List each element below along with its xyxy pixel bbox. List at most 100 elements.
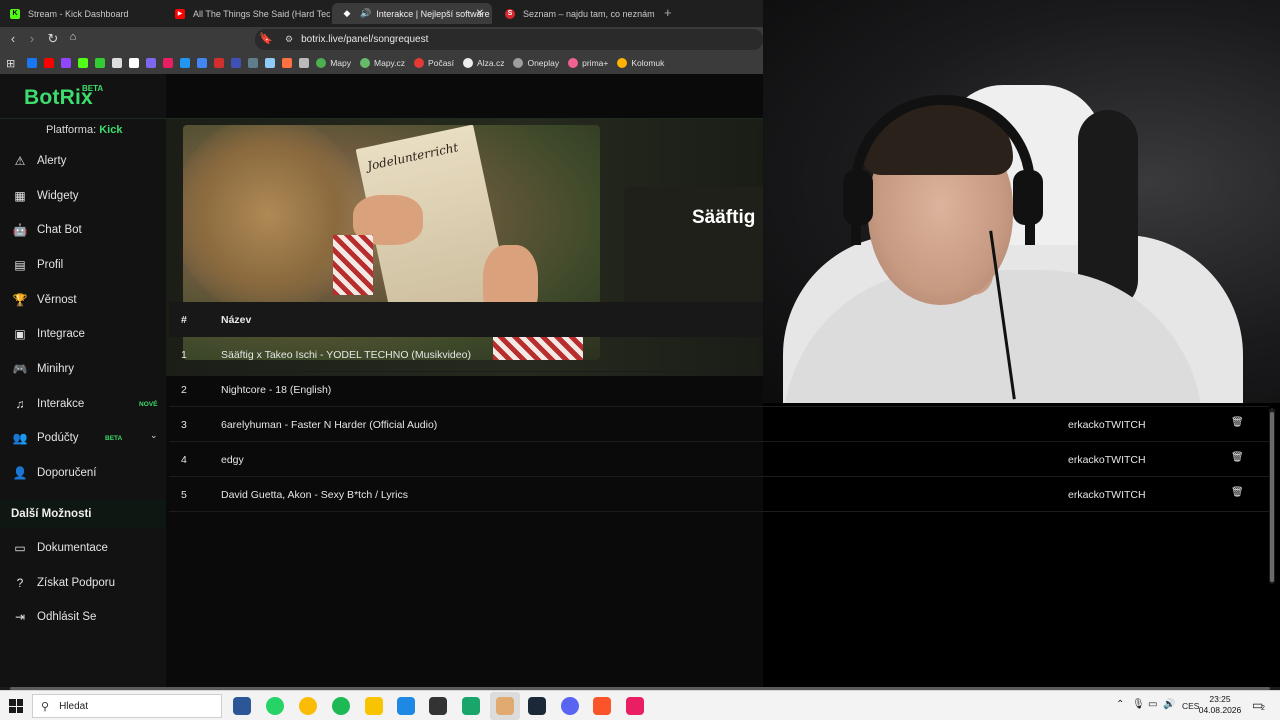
bookmark-item[interactable] xyxy=(299,58,310,68)
row-song-title: 6arelyhuman - Faster N Harder (Official … xyxy=(221,419,438,431)
steam-icon[interactable] xyxy=(528,697,546,715)
bookmark-item[interactable]: Mapy xyxy=(316,58,351,68)
bookmark-item[interactable] xyxy=(265,58,276,68)
sidebar-item-integrace[interactable]: ▣ Integrace xyxy=(0,319,166,349)
discord-icon[interactable] xyxy=(561,697,579,715)
sidebar-item-doporučení[interactable]: 👤 Doporučení xyxy=(0,458,166,488)
bookmark-item[interactable] xyxy=(180,58,191,68)
bookmark-item[interactable] xyxy=(214,58,225,68)
new-tab-button[interactable]: + xyxy=(664,5,672,20)
bookmark-item[interactable]: prima+ xyxy=(568,58,608,68)
reload-icon[interactable]: ↻ xyxy=(45,31,61,47)
vs-app-icon[interactable] xyxy=(397,697,415,715)
taskbar-search[interactable]: ⚲ Hledat xyxy=(32,694,222,718)
bookmark-item[interactable] xyxy=(78,58,89,68)
header-index: # xyxy=(181,314,187,326)
bookmark-item[interactable]: Alza.cz xyxy=(463,58,504,68)
bookmark-item[interactable]: Mapy.cz xyxy=(360,58,405,68)
tab-kick-dashboard[interactable]: K Stream - Kick Dashboard xyxy=(0,3,165,24)
home-icon[interactable]: ⌂ xyxy=(65,31,81,43)
tab-youtube[interactable]: ▶ All The Things She Said (Hard Techno) xyxy=(165,3,330,24)
sidebar-item-label: Podúčty xyxy=(37,432,79,444)
spotify-icon[interactable] xyxy=(332,697,350,715)
bookmark-favicon-icon xyxy=(214,58,225,68)
chrome-icon[interactable] xyxy=(299,697,317,715)
bookmark-item[interactable] xyxy=(27,58,38,68)
botrix-icon: ◆ xyxy=(343,8,351,18)
row-index: 5 xyxy=(181,489,187,501)
bookmark-label: Kolomuk xyxy=(631,58,665,68)
bookmark-item[interactable] xyxy=(129,58,140,68)
bookmark-favicon-icon xyxy=(299,58,310,68)
bookmark-favicon-icon xyxy=(282,58,293,68)
kick-icon: K xyxy=(10,8,20,19)
bookmark-item[interactable] xyxy=(282,58,293,68)
bookmark-item[interactable] xyxy=(146,58,157,68)
app-g-icon[interactable] xyxy=(429,697,447,715)
apps-grid-icon[interactable]: ⊞ xyxy=(6,57,15,70)
bookmark-item[interactable] xyxy=(44,58,55,68)
pin-app-icon[interactable] xyxy=(626,697,644,715)
sidebar-item-odhlásit-se[interactable]: ⇥ Odhlásit Se xyxy=(0,602,166,632)
bookmark-item[interactable]: Oneplay xyxy=(513,58,559,68)
windows-start-icon[interactable] xyxy=(9,699,23,713)
chevron-down-icon[interactable]: ⌄ xyxy=(150,430,158,441)
tray-chevron-icon[interactable]: ⌃ xyxy=(1116,699,1124,710)
sidebar-item-widgety[interactable]: ▦ Widgety xyxy=(0,181,166,211)
bookmark-item[interactable]: Počasí xyxy=(414,58,454,68)
bookmark-item[interactable] xyxy=(248,58,259,68)
bookmark-item[interactable] xyxy=(197,58,208,68)
task-view-icon[interactable] xyxy=(233,697,251,715)
sidebar-item-label: Doporučení xyxy=(37,467,97,479)
sidebar-item-podúčty[interactable]: 👥 Podúčty BETA ⌄ xyxy=(0,423,166,453)
address-bar[interactable]: ⚙ botrix.live/panel/songrequest xyxy=(255,29,763,50)
sidebar: BotRix BETA Platforma: Kick ⚠ Alerty ▦ Widg… xyxy=(0,74,166,690)
bookmark-favicon-icon xyxy=(95,58,106,68)
microphone-icon[interactable]: 🎙 xyxy=(1132,699,1145,710)
sidebar-item-dokumentace[interactable]: ▭ Dokumentace xyxy=(0,533,166,563)
explorer-icon[interactable] xyxy=(365,697,383,715)
webcam-overlay xyxy=(763,0,1280,403)
bookmark-item[interactable] xyxy=(112,58,123,68)
whatsapp-icon[interactable] xyxy=(266,697,284,715)
bookmark-item[interactable] xyxy=(231,58,242,68)
clock-time: 23:25 xyxy=(1209,694,1231,704)
close-tab-icon[interactable]: ✕ xyxy=(476,8,484,19)
tab-seznam[interactable]: S Seznam – najdu tam, co neznám xyxy=(495,3,660,24)
delete-icon[interactable]: 🗑 xyxy=(1231,487,1244,498)
bookmark-item[interactable] xyxy=(95,58,106,68)
tab-title: Seznam – najdu tam, co neznám xyxy=(523,8,655,19)
delete-icon[interactable]: 🗑 xyxy=(1231,417,1244,428)
brave-icon[interactable] xyxy=(593,697,611,715)
obs-active-icon[interactable] xyxy=(496,697,514,715)
sidebar-item-alerty[interactable]: ⚠ Alerty xyxy=(0,146,166,176)
back-icon[interactable]: ‹ xyxy=(5,31,21,46)
bookmark-label: Počasí xyxy=(428,58,455,68)
bookmark-item[interactable]: Kolomuk xyxy=(617,58,664,68)
scrollbar-thumb[interactable] xyxy=(1270,412,1274,582)
row-song-title: Sääftig x Takeo Ischi - YODEL TECHNO (Mu… xyxy=(221,349,471,361)
sidebar-item-získat-podporu[interactable]: ? Získat Podporu xyxy=(0,568,166,598)
sidebar-item-label: Profil xyxy=(37,259,64,271)
sidebar-item-chat-bot[interactable]: 🤖 Chat Bot xyxy=(0,215,166,245)
sidebar-item-icon: 🏆 xyxy=(12,293,28,307)
network-icon[interactable]: ▭ xyxy=(1148,699,1157,710)
bookmark-item[interactable] xyxy=(61,58,72,68)
sidebar-item-label: Widgety xyxy=(37,190,79,202)
site-info-icon[interactable]: ⚙ xyxy=(285,34,293,45)
forward-icon[interactable]: › xyxy=(24,31,40,46)
language-indicator[interactable]: CES xyxy=(1182,701,1199,711)
notification-count: 2 xyxy=(1261,705,1265,712)
bookmark-icon[interactable]: 🔖 xyxy=(259,32,273,45)
taskbar-clock[interactable]: 23:25 04.08.2026 xyxy=(1198,694,1242,716)
sidebar-item-profil[interactable]: ▤ Profil xyxy=(0,250,166,280)
sidebar-item-icon: ⇥ xyxy=(14,610,26,624)
sidebar-item-minihry[interactable]: 🎮 Minihry xyxy=(0,354,166,384)
sidebar-item-interakce[interactable]: ♫ Interakce NOVÉ xyxy=(0,389,166,419)
tab-interakce[interactable]: ◆ 🔊 Interakce | Nejlepší software pro ✕ xyxy=(332,3,492,24)
app-green-icon[interactable] xyxy=(462,697,480,715)
sidebar-item-věrnost[interactable]: 🏆 Věrnost xyxy=(0,285,166,315)
bookmark-item[interactable] xyxy=(163,58,174,68)
delete-icon[interactable]: 🗑 xyxy=(1231,452,1244,463)
volume-icon[interactable]: 🔊 xyxy=(1163,699,1175,710)
